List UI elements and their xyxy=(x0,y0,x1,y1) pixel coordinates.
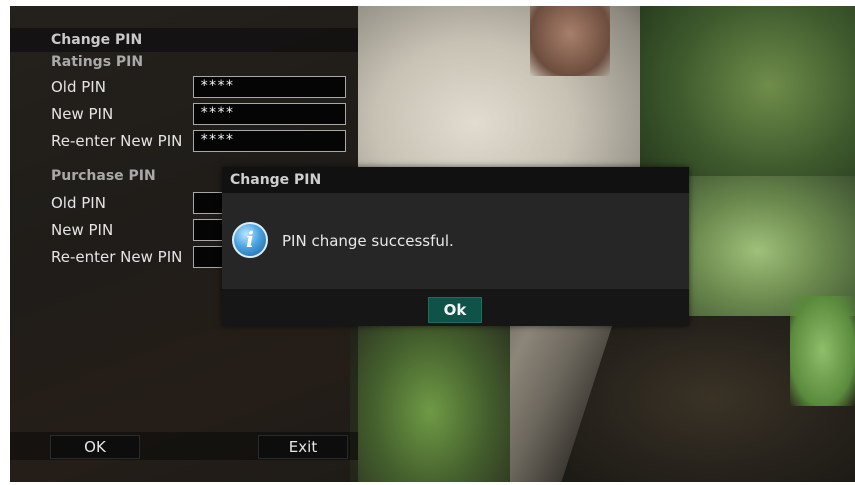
exit-button[interactable]: Exit xyxy=(258,435,348,459)
purchase-pin-section-label: Purchase PIN xyxy=(51,168,156,184)
ratings-new-pin-field[interactable]: **** xyxy=(193,103,346,125)
ratings-reenter-pin-label: Re-enter New PIN xyxy=(51,132,183,150)
dialog-title: Change PIN xyxy=(230,172,322,188)
purchase-reenter-pin-field[interactable] xyxy=(193,246,223,268)
ratings-old-pin-field[interactable]: **** xyxy=(193,76,346,98)
panel-title: Change PIN xyxy=(51,32,143,48)
purchase-new-pin-label: New PIN xyxy=(51,221,114,239)
purchase-old-pin-field[interactable] xyxy=(193,192,223,214)
info-icon: i xyxy=(232,222,268,258)
ratings-new-pin-label: New PIN xyxy=(51,105,114,123)
ratings-old-pin-label: Old PIN xyxy=(51,78,106,96)
purchase-reenter-pin-label: Re-enter New PIN xyxy=(51,248,183,266)
dialog-ok-button[interactable]: Ok xyxy=(428,297,482,323)
ratings-pin-section-label: Ratings PIN xyxy=(51,54,144,70)
tv-screen: Change PIN Ratings PIN Old PIN **** New … xyxy=(10,6,855,482)
ratings-reenter-pin-field[interactable]: **** xyxy=(193,130,346,152)
dialog-message: PIN change successful. xyxy=(282,232,454,250)
ok-button[interactable]: OK xyxy=(50,435,140,459)
pin-change-dialog: Change PIN i PIN change successful. Ok xyxy=(222,167,689,326)
purchase-new-pin-field[interactable] xyxy=(193,219,223,241)
purchase-old-pin-label: Old PIN xyxy=(51,194,106,212)
